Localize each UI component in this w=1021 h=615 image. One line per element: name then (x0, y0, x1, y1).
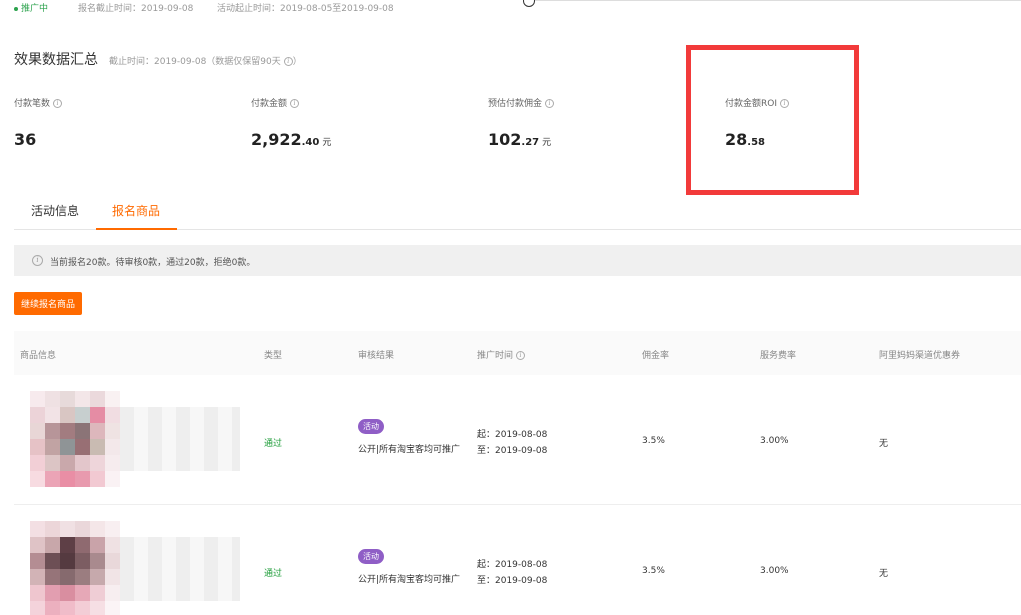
roi-highlight-box (686, 45, 859, 195)
info-icon[interactable]: i (53, 99, 63, 108)
signup-deadline: 报名截止时间：2019-09-08 (78, 4, 194, 14)
column-header: 商品信息 (20, 351, 57, 361)
column-header: 服务费率 (760, 351, 797, 361)
column-header: 佣金率 (642, 351, 670, 361)
activity-tag: 活动 (358, 549, 384, 564)
metric-estimated-commission: 预估付款佣金 i 102.27 元 (488, 96, 555, 149)
top-status-bar: 推广中 报名截止时间：2019-09-08 活动起止时间：2019-08-05至… (0, 0, 1021, 14)
coupon-value: 无 (879, 569, 889, 579)
metric-value: 2,922.40 元 (251, 130, 332, 149)
metric-order-count: 付款笔数 i 36 (14, 96, 63, 149)
info-icon[interactable]: i (290, 99, 300, 108)
commission-rate: 3.5% (642, 436, 665, 446)
tab-registered-products[interactable]: 报名商品 (112, 202, 160, 219)
info-icon[interactable]: i (545, 99, 555, 108)
column-header: 阿里妈妈渠道优惠券 (879, 351, 961, 361)
column-header: 审核结果 (358, 351, 395, 361)
tab-activity-info[interactable]: 活动信息 (31, 202, 79, 219)
notice-text: 当前报名20款。待审核0款，通过20款，拒绝0款。 (50, 258, 256, 268)
metric-label: 付款笔数 (14, 99, 51, 109)
metric-payment-amount: 付款金额 i 2,922.40 元 (251, 96, 331, 149)
audit-result: 活动 公开|所有淘宝客均可推广 (358, 419, 460, 455)
status-dot-icon (14, 6, 18, 11)
column-header: 类型 (264, 351, 283, 361)
metric-value: 36 (14, 130, 37, 149)
info-icon: i (32, 255, 43, 266)
product-thumbnail[interactable] (30, 391, 240, 487)
end-date: 至：2019-09-08 (477, 446, 548, 456)
notice-bar: i 当前报名20款。待审核0款，通过20款，拒绝0款。 (14, 245, 1021, 276)
metric-value: 102.27 元 (488, 130, 552, 149)
metric-label: 付款金额 (251, 99, 288, 109)
activity-period: 活动起止时间：2019-08-05至2019-09-08 (217, 4, 394, 14)
summary-title: 效果数据汇总 (14, 52, 98, 68)
summary-note: 截止时间：2019-09-08（数据仅保留90天 i） (109, 54, 302, 67)
type-value: 通过 (264, 439, 283, 449)
divider (535, 0, 1021, 1)
promotion-time: 起：2019-08-08 至：2019-09-08 (477, 557, 547, 589)
summary-note-text: 截止时间：2019-09-08（数据仅保留90天 (109, 57, 281, 67)
start-date: 起：2019-08-08 (477, 430, 548, 440)
service-fee-rate: 3.00% (760, 566, 789, 576)
audit-description: 公开|所有淘宝客均可推广 (358, 445, 461, 455)
info-icon[interactable]: i (516, 351, 526, 360)
column-header: 推广时间 i (477, 348, 526, 361)
summary-note-end: ） (292, 57, 302, 67)
table-row: 通过 活动 公开|所有淘宝客均可推广 起：2019-08-08 至：2019-0… (14, 505, 1021, 615)
end-date: 至：2019-09-08 (477, 576, 548, 586)
promotion-time: 起：2019-08-08 至：2019-09-08 (477, 427, 547, 459)
service-fee-rate: 3.00% (760, 436, 789, 446)
info-icon[interactable]: i (283, 57, 293, 66)
activity-tag: 活动 (358, 419, 384, 434)
audit-description: 公开|所有淘宝客均可推广 (358, 575, 461, 585)
continue-register-button[interactable]: 继续报名商品 (14, 292, 82, 315)
metric-label: 预估付款佣金 (488, 99, 543, 109)
type-value: 通过 (264, 569, 283, 579)
promotion-status-label: 推广中 (21, 4, 49, 14)
table-header: 商品信息 类型 审核结果 推广时间 i 佣金率 服务费率 阿里妈妈渠道优惠券 (14, 331, 1021, 375)
audit-result: 活动 公开|所有淘宝客均可推广 (358, 549, 460, 585)
table-row: 通过 活动 公开|所有淘宝客均可推广 起：2019-08-08 至：2019-0… (14, 375, 1021, 505)
promotion-status: 推广中 (14, 1, 48, 14)
commission-rate: 3.5% (642, 566, 665, 576)
coupon-value: 无 (879, 439, 889, 449)
start-date: 起：2019-08-08 (477, 560, 548, 570)
active-tab-indicator (96, 228, 177, 230)
slider-handle[interactable] (523, 0, 535, 7)
product-thumbnail[interactable] (30, 521, 240, 615)
tab-bar: 活动信息 报名商品 (14, 196, 1021, 230)
